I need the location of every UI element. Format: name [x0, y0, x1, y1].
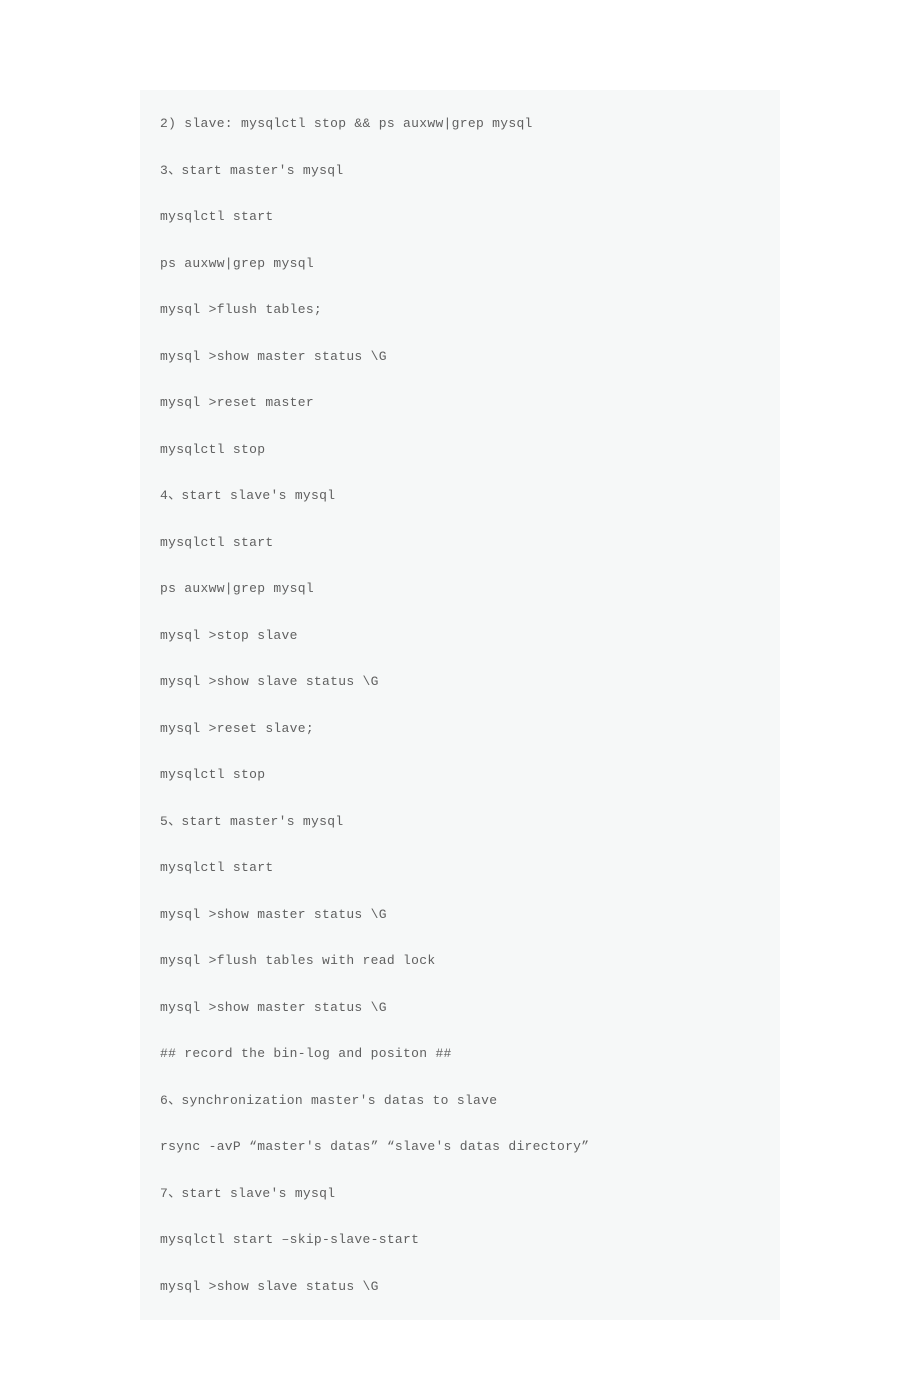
code-line: mysql >flush tables; — [140, 300, 780, 320]
code-line: 4、start slave's mysql — [140, 486, 780, 506]
code-line: ps auxww|grep mysql — [140, 579, 780, 599]
code-line: 6、synchronization master's datas to slav… — [140, 1091, 780, 1111]
code-line: mysqlctl start — [140, 533, 780, 553]
code-line: 2) slave: mysqlctl stop && ps auxww|grep… — [140, 114, 780, 134]
code-line: mysqlctl stop — [140, 440, 780, 460]
code-line: mysql >show slave status \G — [140, 672, 780, 692]
code-line: rsync -avP “master's datas” “slave's dat… — [140, 1137, 780, 1157]
code-line: mysqlctl start — [140, 207, 780, 227]
code-block: 2) slave: mysqlctl stop && ps auxww|grep… — [140, 90, 780, 1320]
code-line: 5、start master's mysql — [140, 812, 780, 832]
code-line: ## record the bin-log and positon ## — [140, 1044, 780, 1064]
code-line: mysql >flush tables with read lock — [140, 951, 780, 971]
code-line: mysql >show master status \G — [140, 905, 780, 925]
code-line: mysql >show master status \G — [140, 998, 780, 1018]
code-line: mysql >show master status \G — [140, 347, 780, 367]
code-line: mysql >reset master — [140, 393, 780, 413]
code-line: mysqlctl start –skip-slave-start — [140, 1230, 780, 1250]
code-line: mysqlctl start — [140, 858, 780, 878]
code-line: mysqlctl stop — [140, 765, 780, 785]
code-line: 7、start slave's mysql — [140, 1184, 780, 1204]
code-line: 3、start master's mysql — [140, 161, 780, 181]
code-line: mysql >stop slave — [140, 626, 780, 646]
code-line: ps auxww|grep mysql — [140, 254, 780, 274]
code-line: mysql >show slave status \G — [140, 1277, 780, 1297]
code-line: mysql >reset slave; — [140, 719, 780, 739]
